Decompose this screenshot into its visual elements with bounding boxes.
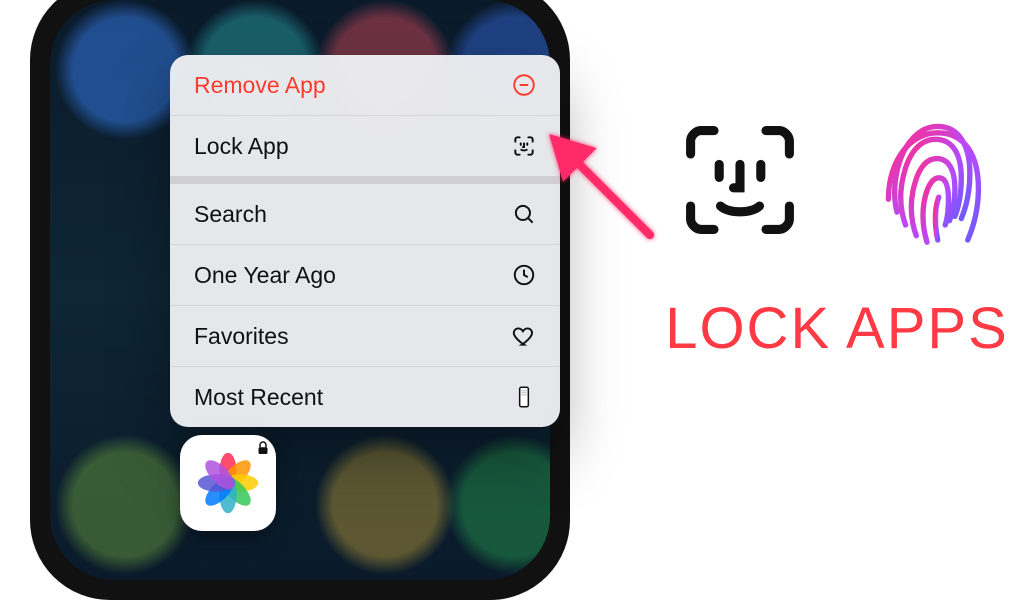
face-id-icon bbox=[675, 115, 805, 250]
photos-app-icon[interactable] bbox=[180, 435, 276, 531]
menu-item-label: Most Recent bbox=[194, 384, 323, 411]
search-icon bbox=[510, 200, 538, 228]
app-context-menu: Remove App Lock App Search bbox=[170, 55, 560, 427]
menu-item-label: Lock App bbox=[194, 133, 289, 160]
photos-flower-icon bbox=[192, 447, 264, 519]
menu-item-label: Remove App bbox=[194, 72, 326, 99]
menu-item-label: One Year Ago bbox=[194, 262, 336, 289]
caption-text: LOCK APPS bbox=[650, 295, 1024, 362]
lock-icon bbox=[254, 439, 272, 457]
menu-item-lock-app[interactable]: Lock App bbox=[170, 116, 560, 184]
menu-item-most-recent[interactable]: Most Recent bbox=[170, 367, 560, 427]
iphone-mockup: Remove App Lock App Search bbox=[0, 0, 610, 600]
right-panel: LOCK APPS bbox=[650, 0, 1024, 576]
phone-thumbnail-icon bbox=[510, 383, 538, 411]
menu-item-remove-app[interactable]: Remove App bbox=[170, 55, 560, 116]
clock-icon bbox=[510, 261, 538, 289]
menu-item-label: Favorites bbox=[194, 323, 289, 350]
touch-id-icon bbox=[857, 105, 997, 260]
remove-circle-icon bbox=[510, 71, 538, 99]
menu-item-label: Search bbox=[194, 201, 267, 228]
menu-item-one-year-ago[interactable]: One Year Ago bbox=[170, 245, 560, 306]
menu-item-favorites[interactable]: Favorites bbox=[170, 306, 560, 367]
menu-item-search[interactable]: Search bbox=[170, 184, 560, 245]
heart-icon bbox=[510, 322, 538, 350]
face-id-small-icon bbox=[510, 132, 538, 160]
